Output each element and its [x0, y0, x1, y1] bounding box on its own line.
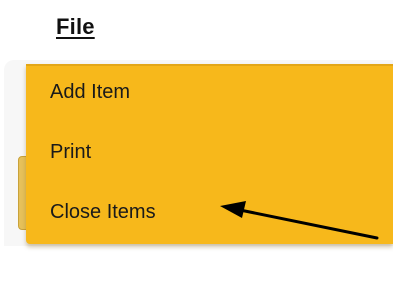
page: File Add Item Print Close Items [0, 0, 393, 303]
file-menu-title[interactable]: File [56, 14, 95, 40]
menu-item-print[interactable]: Print [50, 141, 91, 164]
menu-item-add-item[interactable]: Add Item [50, 81, 130, 104]
menu-item-close-items[interactable]: Close Items [50, 201, 156, 224]
file-dropdown-menu: Add Item Print Close Items [26, 64, 393, 244]
